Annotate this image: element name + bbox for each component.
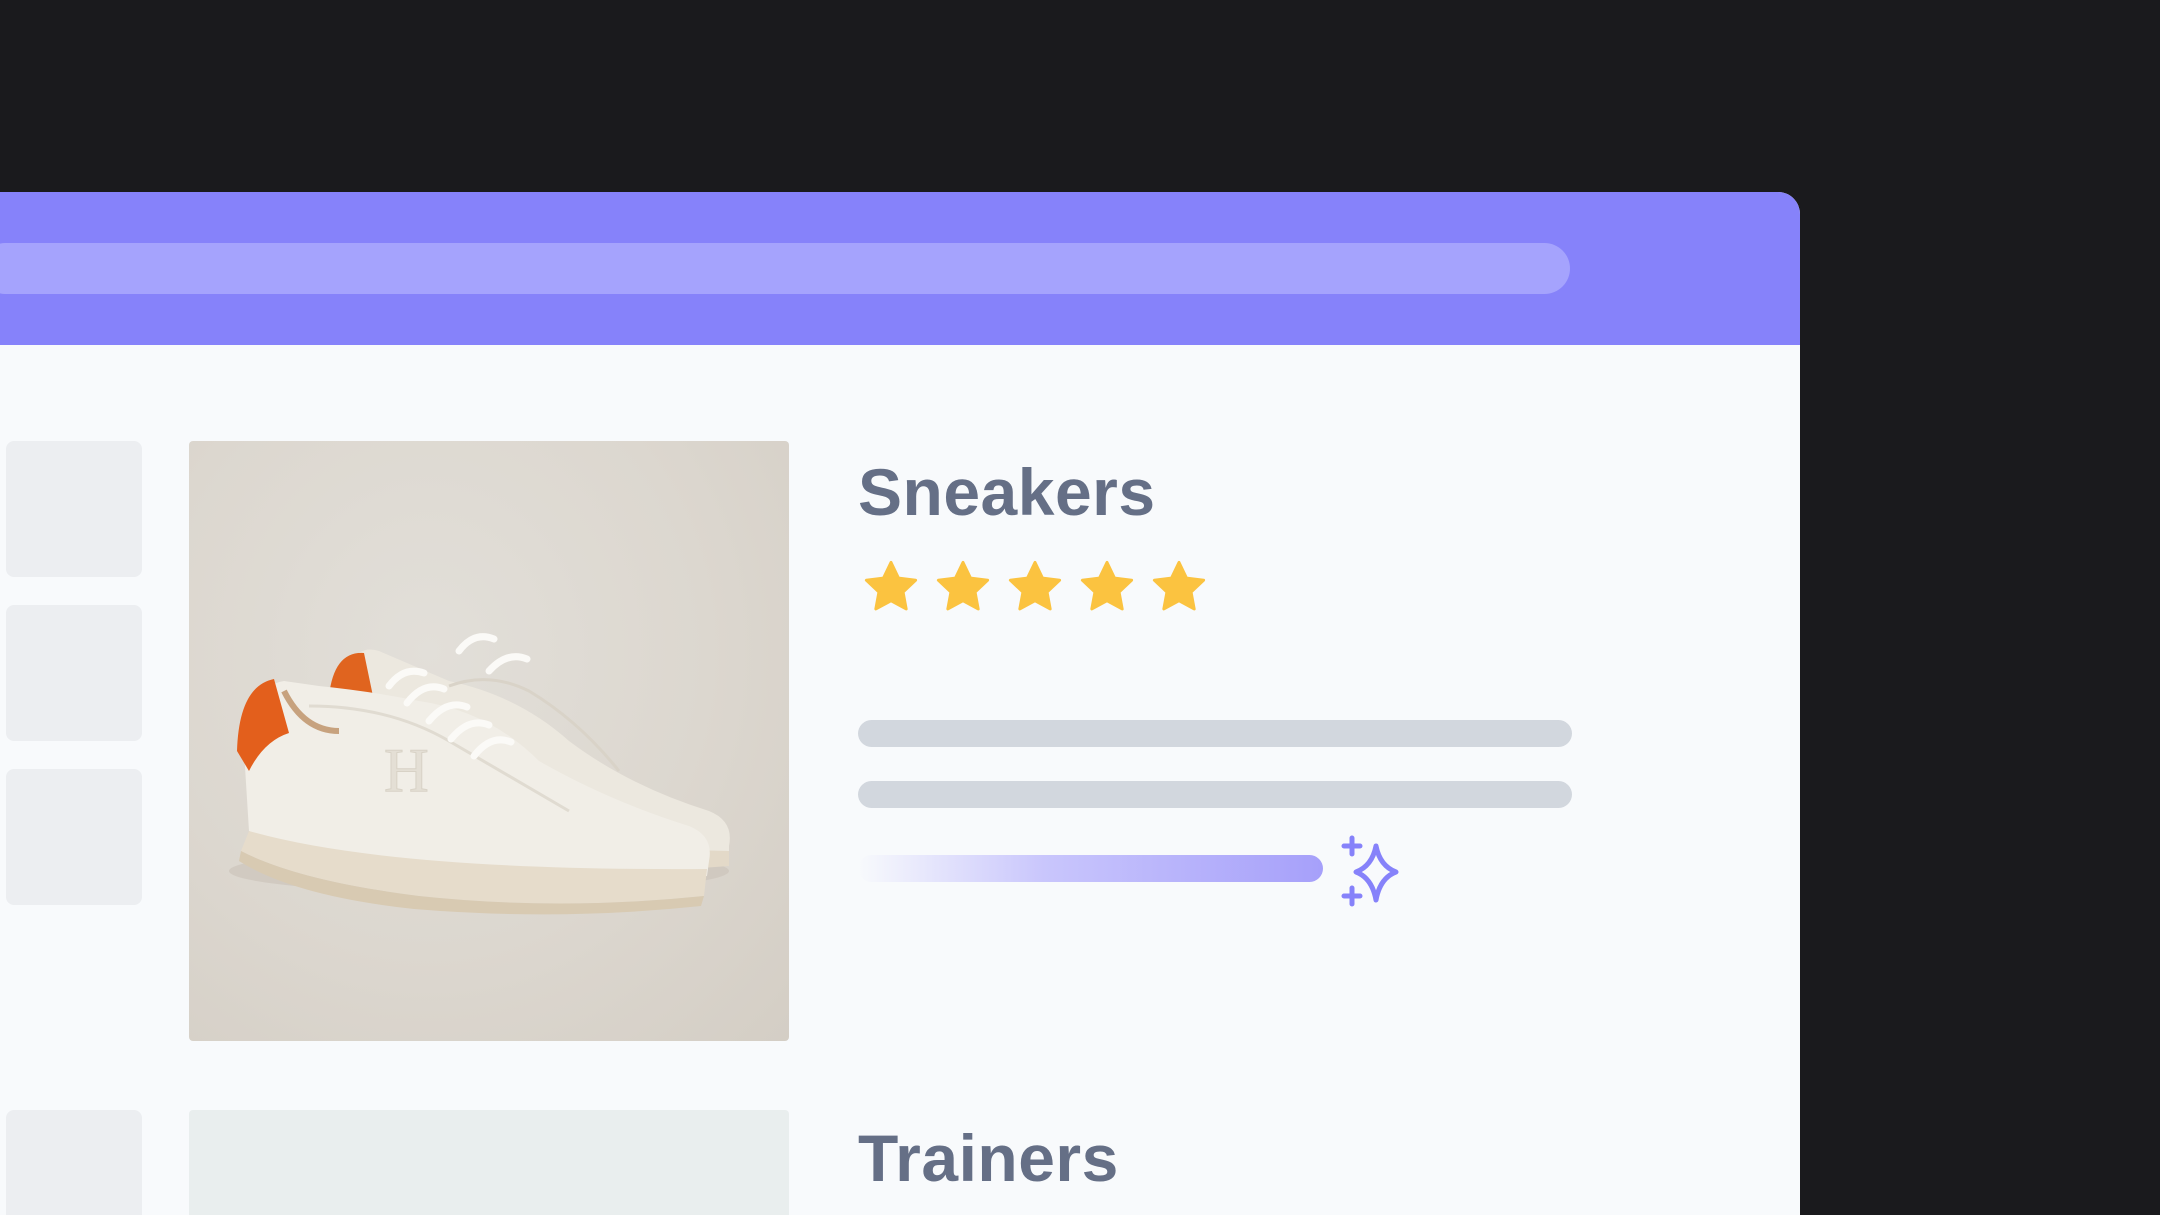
rating-stars: [862, 558, 1208, 616]
star-icon: [1080, 560, 1134, 611]
thumbnail-placeholder[interactable]: [6, 441, 142, 577]
description-placeholder-line: [858, 720, 1572, 747]
product-title[interactable]: Trainers: [858, 1120, 1119, 1196]
thumbnail-placeholder[interactable]: [6, 1110, 142, 1215]
product-title[interactable]: Sneakers: [858, 454, 1156, 530]
browser-window: H Sneakers Trainers: [0, 192, 1800, 1215]
browser-toolbar: [0, 192, 1800, 345]
address-bar[interactable]: [0, 243, 1570, 294]
product-image-sneakers[interactable]: H: [189, 441, 789, 1041]
star-icon: [864, 560, 918, 611]
sparkle-icon[interactable]: [1338, 832, 1422, 916]
thumbnail-placeholder[interactable]: [6, 605, 142, 741]
star-icon: [1152, 560, 1206, 611]
svg-text:H: H: [384, 737, 429, 805]
ai-generating-line: [858, 855, 1323, 882]
description-placeholder-line: [858, 781, 1572, 808]
star-icon: [936, 560, 990, 611]
sneaker-illustration: H: [229, 633, 730, 915]
thumbnail-placeholder[interactable]: [6, 769, 142, 905]
product-image-trainers[interactable]: [189, 1110, 789, 1215]
star-icon: [1008, 560, 1062, 611]
